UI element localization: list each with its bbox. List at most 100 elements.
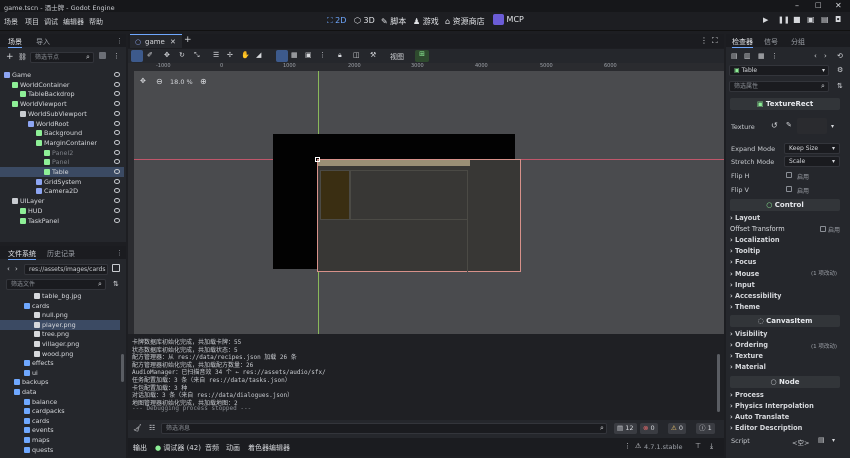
tab-filesystem[interactable]: 文件系统 [8,249,36,260]
scene-node[interactable]: Panel2 [0,148,124,158]
inspector-section[interactable]: › Auto Translate [730,412,842,422]
visibility-icon[interactable] [114,178,120,184]
chevron-down-icon[interactable]: ▾ [832,437,835,444]
visibility-icon[interactable] [114,139,120,145]
tab-inspector[interactable]: 检查器 [732,37,753,48]
workspace-3d[interactable]: ⬡ 3D [354,16,375,25]
menu-project[interactable]: 项目 [25,17,39,27]
folder-item[interactable]: data [0,387,120,397]
file-item[interactable]: tree.png [0,329,120,339]
forward-icon[interactable]: › [15,265,18,273]
smart-snap-icon[interactable] [276,50,288,62]
history-icon[interactable]: ⟲ [837,52,843,60]
node-filter-input[interactable]: 筛选节点 [30,52,94,63]
history-back-icon[interactable]: ‹ [814,52,817,60]
visibility-icon[interactable] [114,169,120,174]
scene-node[interactable]: Game [0,70,124,80]
tab-scene[interactable]: 场景 [8,37,22,48]
workspace-script[interactable]: ✎ 脚本 [381,16,406,27]
menu-help[interactable]: 帮助 [89,17,103,27]
workspace-asset-store[interactable]: ⌂ 资源商店 [445,16,485,27]
chevron-down-icon[interactable]: ▾ [831,123,834,130]
errors-toggle[interactable]: ⊗ 0 [640,423,658,434]
scene-node[interactable]: Background [0,128,124,138]
visibility-icon[interactable] [114,188,120,194]
file-tree-scrollbar[interactable] [121,354,124,382]
visibility-icon[interactable] [114,91,120,97]
origin-handle[interactable] [315,157,320,162]
visibility-icon[interactable] [114,72,120,77]
menu-scene[interactable]: 场景 [4,17,18,27]
texture-preview[interactable] [797,118,827,134]
inspector-section[interactable]: › Layout [730,213,842,223]
inspector-section[interactable]: › Accessibility [730,291,842,301]
path-field[interactable]: res://assets/images/cards [24,264,108,275]
dock-options-icon[interactable]: ⋮ [113,52,120,60]
select-tool-icon[interactable] [131,50,143,62]
folder-item[interactable]: backups [0,377,120,387]
visibility-icon[interactable] [114,198,120,204]
save-resource-icon[interactable]: ▦ [758,52,765,60]
workspace-game[interactable]: ♟ 游戏 [413,16,439,27]
inspector-section[interactable]: › Input [730,280,842,290]
list-select-icon[interactable]: ☰ [213,51,219,59]
menu-editor[interactable]: 编辑器 [63,17,84,27]
tab-audio[interactable]: 音频 [205,443,219,453]
clear-output-icon[interactable]: 🧹︎ [133,424,142,432]
add-scene-tab-icon[interactable]: + [184,35,192,45]
scene-node[interactable]: Table [0,167,124,177]
scene-node[interactable]: MarginContainer [0,138,124,148]
output-filter-input[interactable]: 筛选消息 [161,423,607,434]
visibility-icon[interactable] [114,149,120,155]
visibility-icon[interactable] [114,110,120,116]
workspace-2d[interactable]: ⛶ 2D [327,16,346,26]
property-options-icon[interactable]: ⇅ [837,82,843,90]
tab-history[interactable]: 历史记录 [47,249,75,259]
flip-v-checkbox[interactable] [786,186,792,192]
warnings-toggle[interactable]: ⚠ 0 [668,423,687,434]
canvasitem-header[interactable]: ◌ CanvasItem [730,315,840,327]
toolbar-menu-icon[interactable]: ⋮ [319,51,326,59]
pan-tool-icon[interactable]: ✋ [241,51,250,59]
scene-node[interactable]: WorldRoot [0,119,124,129]
zoom-level[interactable]: 18.0 % [170,78,193,86]
scene-node[interactable]: HUD [0,206,124,216]
rotate-tool-icon[interactable]: ↻ [179,51,185,59]
zoom-in-icon[interactable]: ⊕ [200,77,207,86]
inspector-section[interactable]: › Theme [730,302,842,312]
scene-node[interactable]: WorldViewport [0,99,124,109]
paint-tool-icon[interactable]: ✐ [147,51,153,59]
canvas-viewport[interactable]: -1000 0 1000 2000 3000 4000 5000 6000 ✥ … [128,63,724,334]
reset-icon[interactable]: ↺ [771,121,778,130]
copy-output-icon[interactable]: ☷ [149,424,155,432]
flip-h-checkbox[interactable] [786,172,792,178]
script-edit-icon[interactable]: ▤ [818,436,825,444]
dock-menu-icon[interactable]: ⋮ [116,37,123,45]
node-header[interactable]: ○ Node [730,376,840,388]
scene-node[interactable]: Camera2D [0,186,124,196]
offset-transform-checkbox[interactable] [820,226,826,232]
inspector-menu-icon[interactable]: ⋮ [771,52,778,60]
scene-tabs-menu-icon[interactable]: ⋮ [700,36,708,45]
file-filter-input[interactable]: 筛选文件 [6,279,106,290]
control-header[interactable]: ○ Control [730,199,840,211]
folder-item[interactable]: ui [0,368,120,378]
visibility-icon[interactable] [114,130,120,136]
tab-shader-editor[interactable]: 着色器编辑器 [248,443,290,453]
split-mode-icon[interactable] [112,264,120,272]
workspace-mcp[interactable]: MCP [493,14,524,25]
visibility-icon[interactable] [114,217,120,223]
play-icon[interactable]: ▶ [763,16,768,24]
stop-icon[interactable]: ■ [793,15,801,24]
scene-node[interactable]: UILayer [0,196,124,206]
script-value[interactable]: <空> [792,437,809,447]
scale-tool-icon[interactable]: ⤡ [194,51,200,60]
folder-item[interactable]: cards [0,416,120,426]
play-custom-icon[interactable]: ▤ [821,15,829,24]
close-window-icon[interactable]: ✕ [835,1,842,10]
folder-item[interactable]: balance [0,397,120,407]
scene-node[interactable]: Panel [0,157,124,167]
object-menu-icon[interactable]: ⚙ [837,66,843,74]
panel-menu-icon[interactable]: ⋮ [624,442,631,450]
expand-panel-icon[interactable]: ⤓ [710,442,713,451]
